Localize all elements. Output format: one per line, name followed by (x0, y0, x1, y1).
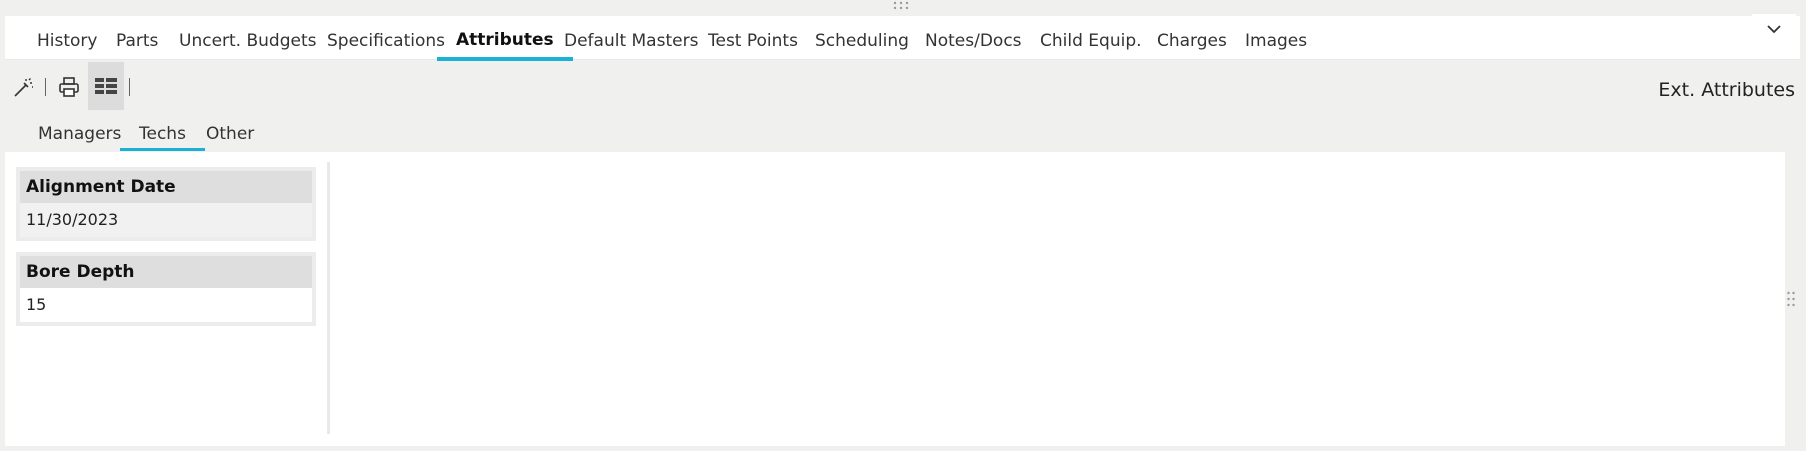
main-tab-bar: History Parts Uncert. Budgets Specificat… (5, 16, 1800, 61)
tab-attributes[interactable]: Attributes (437, 16, 573, 61)
right-resize-grip[interactable] (1786, 290, 1796, 308)
collapse-button[interactable] (1752, 14, 1796, 44)
tab-notes-docs[interactable]: Notes/Docs (925, 16, 1022, 60)
panel-divider[interactable] (327, 162, 330, 434)
tab-test-points[interactable]: Test Points (708, 16, 798, 60)
subtab-other[interactable]: Other (206, 118, 254, 144)
grid-view-icon (95, 78, 117, 94)
tab-scheduling[interactable]: Scheduling (815, 16, 909, 60)
subtab-managers[interactable]: Managers (38, 118, 121, 144)
attribute-card-bore-depth: Bore Depth (16, 252, 316, 326)
tab-images[interactable]: Images (1245, 16, 1307, 60)
tab-history[interactable]: History (37, 16, 97, 60)
magic-wand-icon (14, 78, 33, 97)
drag-handle-icon (893, 1, 909, 10)
toolbar-separator (129, 78, 130, 96)
attributes-panel: Alignment Date 11/30/2023 Bore Depth (5, 152, 1785, 446)
print-icon (59, 77, 79, 97)
top-resize-grip[interactable] (892, 1, 910, 11)
toolbar-separator (45, 78, 46, 96)
sub-tab-bar: Managers Techs Other (0, 118, 600, 152)
attribute-value: 11/30/2023 (20, 203, 312, 237)
tab-parts[interactable]: Parts (116, 16, 158, 60)
print-button[interactable] (53, 71, 85, 103)
panel-title: Ext. Attributes (1658, 79, 1795, 101)
wizard-button[interactable] (8, 71, 40, 103)
attribute-label: Alignment Date (20, 171, 312, 203)
grid-view-button[interactable] (88, 62, 124, 110)
tab-child-equip[interactable]: Child Equip. (1040, 16, 1142, 60)
attribute-card-alignment-date: Alignment Date 11/30/2023 (16, 167, 316, 241)
tab-specifications[interactable]: Specifications (327, 16, 445, 60)
chevron-down-icon (1767, 25, 1781, 34)
subtab-techs[interactable]: Techs (120, 118, 205, 151)
tab-charges[interactable]: Charges (1157, 16, 1227, 60)
bore-depth-input[interactable] (20, 288, 312, 322)
toolbar: Ext. Attributes (0, 62, 1806, 112)
tab-uncert-budgets[interactable]: Uncert. Budgets (179, 16, 317, 60)
drag-handle-icon (1787, 291, 1795, 307)
attribute-label: Bore Depth (20, 256, 312, 288)
tab-default-masters[interactable]: Default Masters (564, 16, 698, 60)
